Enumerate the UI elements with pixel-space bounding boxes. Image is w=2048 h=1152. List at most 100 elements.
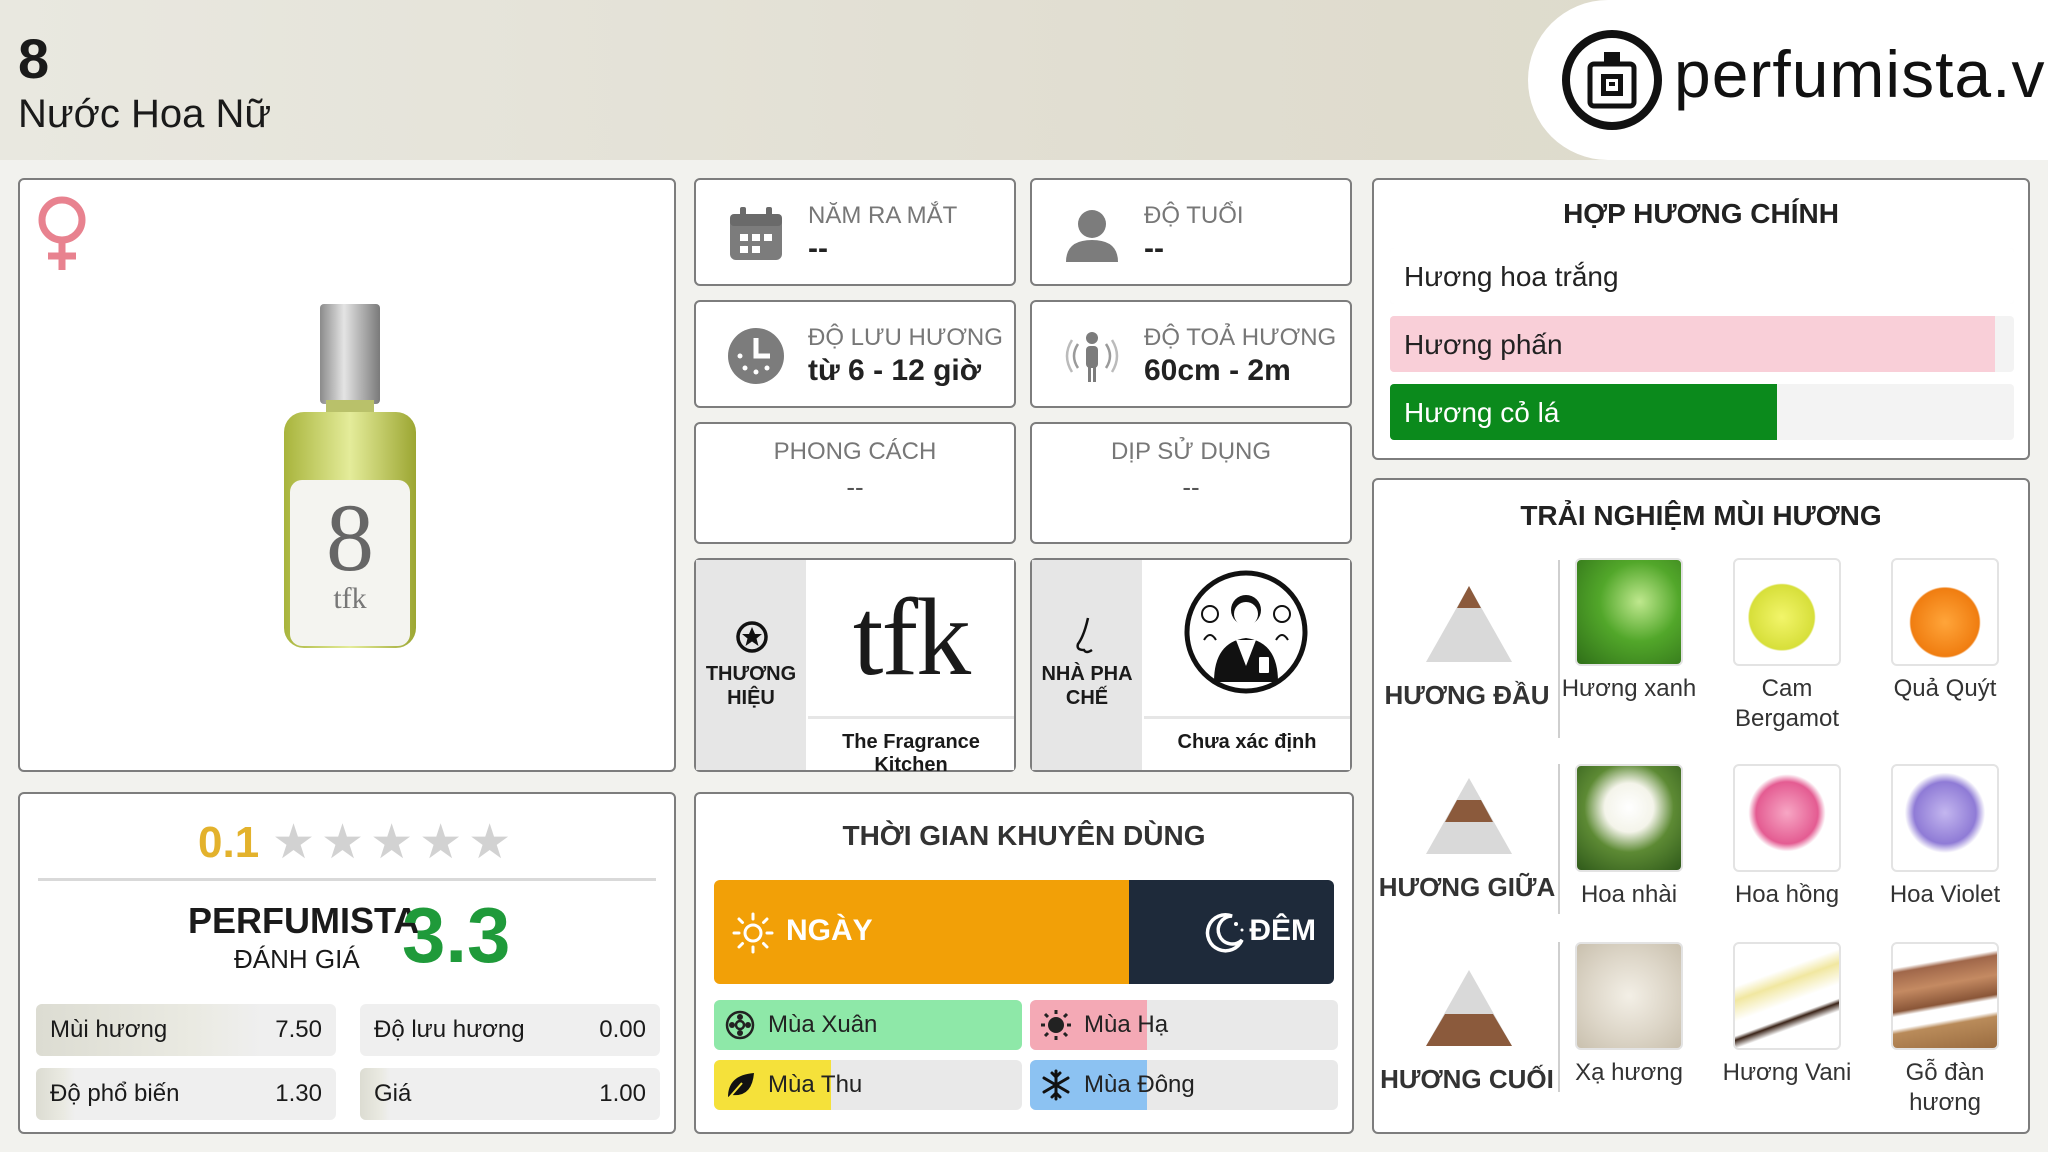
release-year-card: NĂM RA MẮT -- [694, 178, 1016, 286]
season-winter: Mùa Đông [1030, 1060, 1338, 1110]
perfumer-avatar [1144, 560, 1350, 714]
note-item[interactable]: Hoa hồng [1712, 764, 1862, 910]
sillage-icon [1062, 326, 1122, 386]
header-bar: 8 Nước Hoa Nữ perfumista.vn [0, 0, 2048, 160]
female-symbol-icon [34, 194, 90, 279]
note-item[interactable]: Hoa Violet [1870, 764, 2020, 910]
star-badge-icon [735, 620, 769, 659]
style-card: PHONG CÁCH -- [694, 422, 1016, 544]
pyramid-base-icon [1426, 970, 1512, 1046]
tier-label-top: HƯƠNG ĐẦU [1384, 680, 1550, 710]
star-rating[interactable]: ★ ★ ★ ★ ★ [272, 818, 511, 868]
star-icon[interactable]: ★ [370, 818, 413, 868]
brand-side-panel: THƯƠNG HIỆU [696, 560, 806, 770]
leaf-icon [724, 1069, 756, 1101]
perfumista-score: 3.3 [402, 891, 511, 979]
note-name: Xạ hương [1575, 1059, 1683, 1086]
note-item[interactable]: Gỗ đàn hương [1870, 942, 2020, 1118]
metric-scent: Mùi hương 7.50 [36, 1004, 336, 1056]
perfumer-card[interactable]: NHÀ PHA CHẾ Chưa xác định [1030, 558, 1352, 772]
note-name: Hoa Violet [1889, 881, 2001, 908]
metric-value: 0.00 [599, 1016, 646, 1043]
recommended-time-title: THỜI GIAN KHUYÊN DÙNG [842, 820, 1206, 851]
note-item[interactable]: Quả Quýt [1870, 558, 2020, 704]
product-card: 8 tfk [18, 178, 676, 772]
note-image [1891, 558, 1999, 666]
logo-text: perfumista.vn [1674, 37, 2048, 111]
note-item[interactable]: Hương xanh [1554, 558, 1704, 704]
occasion-card: DỊP SỬ DỤNG -- [1030, 422, 1352, 544]
perfume-bottle-icon [1562, 30, 1662, 130]
metric-popularity: Độ phổ biến 1.30 [36, 1068, 336, 1120]
accord-label: Hương cỏ lá [1404, 397, 1560, 428]
accord-label: Hương hoa trắng [1404, 261, 1619, 292]
star-icon[interactable]: ★ [272, 818, 315, 868]
note-item[interactable]: Cam Bergamot [1712, 558, 1862, 734]
note-name: Quả Quýt [1893, 675, 1997, 702]
note-image [1733, 764, 1841, 872]
night-label: ĐÊM [1249, 914, 1316, 947]
age-label: ĐỘ TUỔI [1144, 202, 1244, 229]
person-icon [1062, 204, 1122, 264]
metric-label: Độ phổ biến [50, 1080, 180, 1107]
note-item[interactable]: Xạ hương [1554, 942, 1704, 1088]
note-name: Hoa hồng [1734, 881, 1840, 908]
note-name: Gỗ đàn hương [1905, 1059, 1985, 1116]
sun-icon [732, 912, 774, 959]
scent-experience-card: TRẢI NGHIỆM MÙI HƯƠNG HƯƠNG ĐẦU Hương xa… [1372, 478, 2030, 1134]
accord-row: Hương cỏ lá [1390, 384, 2014, 440]
note-name: Hương Vani [1722, 1059, 1852, 1086]
user-rating-score: 0.1 [198, 818, 260, 867]
style-value: -- [846, 472, 864, 502]
metric-label: Giá [374, 1080, 412, 1107]
season-summer: Mùa Hạ [1030, 1000, 1338, 1050]
perfumer-side-panel: NHÀ PHA CHẾ [1032, 560, 1142, 770]
day-label: NGÀY [786, 914, 873, 947]
scent-experience-title: TRẢI NGHIỆM MÙI HƯƠNG [1520, 500, 1882, 531]
note-image [1891, 764, 1999, 872]
age-value: -- [1144, 232, 1164, 265]
snowflake-icon [1040, 1069, 1072, 1101]
longevity-card: ĐỘ LƯU HƯƠNG từ 6 - 12 giờ [694, 300, 1016, 408]
main-accords-title: HỢP HƯƠNG CHÍNH [1563, 198, 1839, 229]
note-name: Cam Bergamot [1734, 675, 1840, 732]
release-year-value: -- [808, 232, 828, 265]
day-night-bar: NGÀY ĐÊM [714, 880, 1334, 984]
metric-value: 7.50 [275, 1016, 322, 1043]
brand-logo: tfk [808, 560, 1014, 714]
note-item[interactable]: Hoa nhài [1554, 764, 1704, 910]
tier-label-base: HƯƠNG CUỐI [1380, 1064, 1554, 1094]
metric-label: Độ lưu hương [374, 1016, 525, 1043]
evaluation-label: ĐÁNH GIÁ [234, 944, 360, 974]
calendar-icon [726, 204, 786, 264]
season-label: Mùa Hạ [1084, 1011, 1169, 1038]
note-image [1575, 764, 1683, 872]
sillage-card: ĐỘ TOẢ HƯƠNG 60cm - 2m [1030, 300, 1352, 408]
note-image [1733, 942, 1841, 1050]
longevity-value: từ 6 - 12 giờ [808, 354, 982, 387]
sillage-value: 60cm - 2m [1144, 354, 1291, 387]
bottle-label-brand: tfk [333, 582, 367, 615]
note-item[interactable]: Hương Vani [1712, 942, 1862, 1088]
note-image [1575, 558, 1683, 666]
occasion-label: DỊP SỬ DỤNG [1110, 438, 1272, 465]
season-label: Mùa Thu [768, 1071, 863, 1098]
pyramid-middle-icon [1426, 778, 1512, 854]
brand-card[interactable]: THƯƠNG HIỆU tfk The Fragrance Kitchen [694, 558, 1016, 776]
star-icon[interactable]: ★ [468, 818, 511, 868]
brand-name: The Fragrance Kitchen [808, 716, 1014, 776]
note-name: Hương xanh [1561, 675, 1697, 702]
nose-icon [1072, 616, 1102, 661]
rating-card: 0.1 ★ ★ ★ ★ ★ PERFUMISTA ĐÁNH GIÁ 3.3 Mù… [18, 792, 676, 1134]
longevity-label: ĐỘ LƯU HƯƠNG [808, 324, 1003, 351]
metric-label: Mùi hương [50, 1016, 168, 1043]
star-icon[interactable]: ★ [321, 818, 364, 868]
metric-longevity: Độ lưu hương 0.00 [360, 1004, 660, 1056]
site-logo[interactable]: perfumista.vn [1528, 0, 2048, 160]
brand-logo-text: tfk [852, 576, 971, 698]
star-icon[interactable]: ★ [419, 818, 462, 868]
season-autumn: Mùa Thu [714, 1060, 1022, 1110]
perfumer-side-label: NHÀ PHA CHẾ [1041, 663, 1133, 709]
clock-icon [726, 326, 786, 386]
sun-icon [1040, 1009, 1072, 1041]
